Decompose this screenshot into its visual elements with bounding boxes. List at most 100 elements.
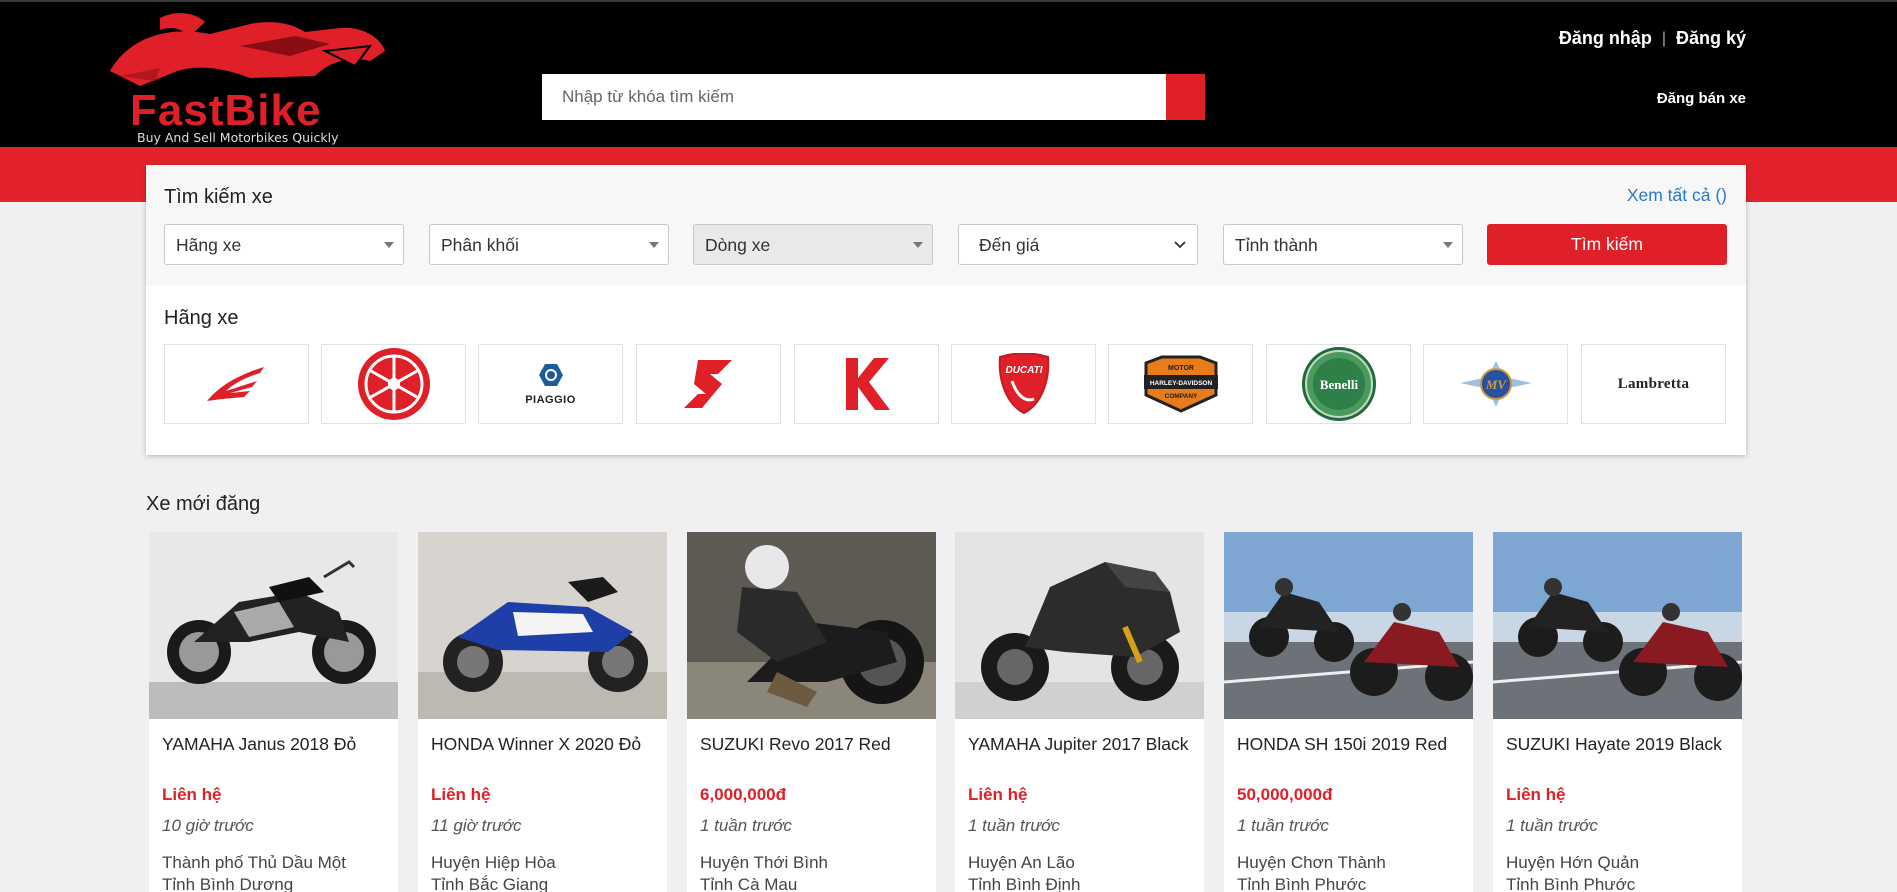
listing-name[interactable]: YAMAHA Jupiter 2017 Black [968,734,1188,755]
motorbike-photo-icon [149,532,398,719]
engine-size-select-value: Phân khối [441,235,519,255]
harley-bottom-text: COMPANY [1164,393,1197,400]
listing-card[interactable]: HONDA SH 150i 2019 Red 50,000,000đ 1 tuầ… [1224,532,1473,892]
listing-card[interactable]: HONDA Winner X 2020 Đỏ Liên hệ 11 giờ tr… [418,532,667,892]
motorbike-photo-icon [418,532,667,719]
kawasaki-k-icon [845,358,890,410]
suzuki-s-icon [683,360,732,408]
login-link[interactable]: Đăng nhập [1559,28,1652,49]
brand-suzuki[interactable] [636,344,781,424]
listing-photo[interactable] [149,532,398,719]
listing-card[interactable]: SUZUKI Hayate 2019 Black Liên hệ 1 tuần … [1493,532,1742,892]
dropdown-caret-icon [913,242,923,248]
listing-photo[interactable] [1224,532,1473,719]
register-link[interactable]: Đăng ký [1676,28,1746,49]
listing-name[interactable]: HONDA SH 150i 2019 Red [1237,734,1447,755]
listing-price: Liên hệ [968,785,1028,804]
listing-time: 1 tuần trước [1237,816,1329,835]
listing-card[interactable]: YAMAHA Janus 2018 Đỏ Liên hệ 10 giờ trướ… [149,532,398,892]
brand-yamaha[interactable] [321,344,466,424]
listing-name[interactable]: SUZUKI Hayate 2019 Black [1506,734,1722,755]
auth-links: Đăng nhập | Đăng ký [1559,28,1746,49]
ducati-shield-icon: DUCATI [998,353,1049,415]
logo-tagline: Buy And Sell Motorbikes Quickly [137,130,339,145]
listing-price: Liên hệ [1506,785,1566,804]
dropdown-caret-icon [384,242,394,248]
engine-size-select[interactable]: Phân khối [429,224,669,265]
province-select-value: Tỉnh thành [1235,235,1318,255]
piaggio-wordmark: PIAGGIO [525,393,576,406]
listing-province: Tỉnh Bình Phước [1237,875,1367,892]
listing-time: 1 tuần trước [700,816,792,835]
brand-ducati[interactable]: DUCATI [951,344,1096,424]
search-box [542,74,1166,120]
motorbike-photo-icon [955,532,1204,719]
model-select[interactable]: Dòng xe [693,224,933,265]
benelli-emblem-icon: Benelli [1301,347,1376,421]
listing-province: Tỉnh Cà Mau [700,875,798,892]
ducati-wordmark: DUCATI [1005,365,1042,376]
logo-text: FastBike [130,86,322,135]
site-header: FastBike Buy And Sell Motorbikes Quickly… [0,0,1897,147]
listing-time: 1 tuần trước [1506,816,1598,835]
listing-province: Tỉnh Bắc Giang [431,875,549,892]
listing-time: 1 tuần trước [968,816,1060,835]
listing-name[interactable]: HONDA Winner X 2020 Đỏ [431,734,641,755]
dropdown-caret-icon [649,242,659,248]
harley-wordmark: HARLEY-DAVIDSON [1149,380,1212,387]
brand-benelli[interactable]: Benelli [1266,344,1411,424]
piaggio-shield-icon [538,363,563,386]
dropdown-caret-icon [1443,242,1453,248]
brand-select-value: Hãng xe [176,235,242,255]
brands-title: Hãng xe [164,307,239,329]
max-price-select[interactable]: Đến giá [958,224,1198,265]
mv-wordmark: MV [1484,377,1507,392]
brand-honda[interactable] [164,344,309,424]
sell-bike-link[interactable]: Đăng bán xe [1657,90,1746,107]
search-panel: Tìm kiếm xe Xem tất cả () Hãng xe Phân k… [146,165,1746,455]
piaggio-logo: PIAGGIO [525,363,576,406]
listing-province: Tỉnh Bình Dương [162,875,294,892]
listing-name[interactable]: SUZUKI Revo 2017 Red [700,734,891,755]
max-price-select-value: Đến giá [979,235,1040,255]
search-button[interactable]: Tìm kiếm [1487,224,1727,265]
listing-district: Huyện Hớn Quản [1506,853,1640,872]
listing-district: Huyện Chơn Thành [1237,853,1386,872]
lambretta-wordmark: Lambretta [1617,375,1690,392]
mv-agusta-icon: MV [1459,361,1532,407]
listing-district: Huyện Thới Bình [700,853,829,872]
search-input[interactable] [542,74,1166,120]
listing-photo[interactable] [1493,532,1742,719]
new-listings-title: Xe mới đăng [146,493,261,515]
harley-davidson-shield-icon: MOTOR HARLEY-DAVIDSON COMPANY [1143,355,1218,413]
brand-mv-agusta[interactable]: MV [1423,344,1568,424]
search-submit-button[interactable] [1166,74,1205,120]
search-panel-title: Tìm kiếm xe [164,186,273,208]
listing-photo[interactable] [955,532,1204,719]
listing-price: 50,000,000đ [1237,785,1333,804]
brand-kawasaki[interactable] [794,344,939,424]
brand-harley-davidson[interactable]: MOTOR HARLEY-DAVIDSON COMPANY [1108,344,1253,424]
motorbike-photo-icon [1493,532,1742,719]
province-select[interactable]: Tỉnh thành [1223,224,1463,265]
brand-lambretta[interactable]: Lambretta [1581,344,1726,424]
listing-card[interactable]: YAMAHA Jupiter 2017 Black Liên hệ 1 tuần… [955,532,1204,892]
listing-district: Huyện Hiệp Hòa [431,853,556,872]
view-all-link[interactable]: Xem tất cả () [1627,185,1727,206]
chevron-down-icon [1174,241,1186,249]
brand-piaggio[interactable]: PIAGGIO [478,344,623,424]
auth-separator: | [1661,29,1666,47]
harley-top-text: MOTOR [1168,365,1194,372]
listing-price: Liên hệ [431,785,491,804]
listing-card[interactable]: SUZUKI Revo 2017 Red 6,000,000đ 1 tuần t… [687,532,936,892]
model-select-value: Dòng xe [705,235,771,255]
brand-select[interactable]: Hãng xe [164,224,404,265]
listing-price: 6,000,000đ [700,785,787,804]
listing-photo[interactable] [418,532,667,719]
listing-time: 10 giờ trước [162,816,254,835]
listing-district: Thành phố Thủ Dầu Một [162,853,346,872]
listing-photo[interactable] [687,532,936,719]
listing-name[interactable]: YAMAHA Janus 2018 Đỏ [162,734,356,755]
motorbike-photo-icon [1224,532,1473,719]
fastbike-logo[interactable]: FastBike Buy And Sell Motorbikes Quickly [100,6,390,146]
